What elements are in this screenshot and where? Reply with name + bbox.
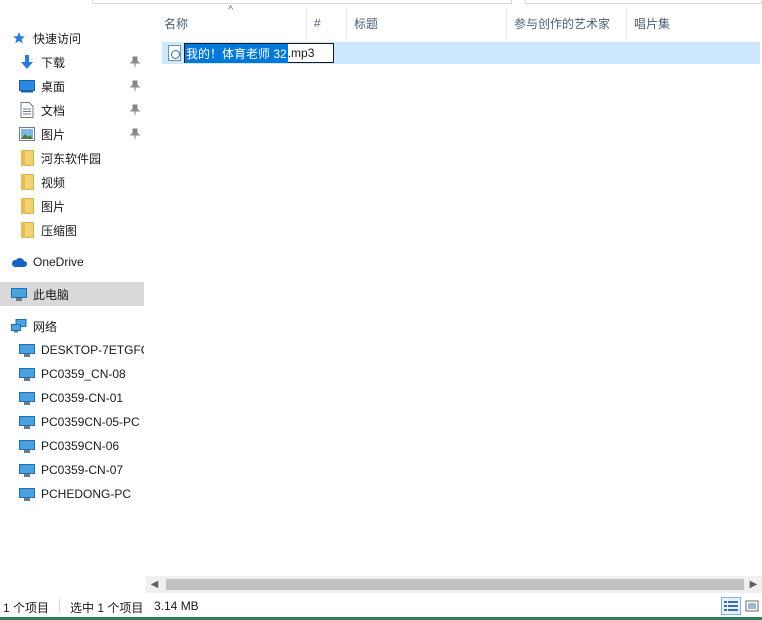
navigation-pane: 快速访问 下载 桌面 文档 图片 河东软件园 视频 图片 压缩图 OneDriv… <box>0 24 146 592</box>
column-artists[interactable]: 参与创作的艺术家 <box>506 8 626 38</box>
nav-quick-access[interactable]: 快速访问 <box>0 26 144 50</box>
computer-icon <box>19 486 35 502</box>
column-label: # <box>314 16 321 30</box>
column-title[interactable]: 标题 <box>346 8 506 38</box>
network-icon <box>11 318 27 334</box>
rename-input[interactable]: 我的！体育老师 32 .mp3 <box>184 43 334 63</box>
nav-item-folder-compressed[interactable]: 压缩图 <box>0 218 144 242</box>
nav-label: DESKTOP-7ETGFC <box>41 343 144 357</box>
cloud-icon <box>11 254 27 270</box>
computer-icon <box>19 366 35 382</box>
column-number[interactable]: # <box>306 8 346 38</box>
folder-icon <box>19 150 35 166</box>
nav-label: OneDrive <box>33 255 84 269</box>
details-view-icon <box>724 601 738 611</box>
nav-label: PC0359CN-06 <box>41 439 120 453</box>
column-header: ^ 名称 # 标题 参与创作的艺术家 唱片集 <box>146 4 762 40</box>
computer-icon <box>19 390 35 406</box>
nav-computer-5[interactable]: PC0359-CN-07 <box>0 458 144 482</box>
nav-computer-2[interactable]: PC0359-CN-01 <box>0 386 144 410</box>
scroll-left-icon[interactable]: ◀ <box>146 576 163 593</box>
nav-onedrive[interactable]: OneDrive <box>0 250 144 274</box>
star-icon <box>11 30 27 46</box>
nav-this-pc[interactable]: 此电脑 <box>0 282 144 306</box>
nav-label: 图片 <box>41 127 66 142</box>
file-row[interactable]: 我的！体育老师 32 .mp3 <box>162 42 760 64</box>
nav-label: 网络 <box>33 319 58 334</box>
horizontal-scrollbar[interactable]: ◀ ▶ <box>146 576 762 593</box>
selected-size: 3.14 MB <box>154 599 199 613</box>
nav-computer-1[interactable]: PC0359_CN-08 <box>0 362 144 386</box>
toolbar-remnant <box>0 0 762 6</box>
nav-label: 桌面 <box>41 79 66 94</box>
nav-label: PC0359-CN-01 <box>41 391 124 405</box>
nav-item-desktop[interactable]: 桌面 <box>0 74 144 98</box>
rename-extension: .mp3 <box>287 46 315 60</box>
computer-icon <box>19 438 35 454</box>
nav-computer-4[interactable]: PC0359CN-06 <box>0 434 144 458</box>
address-bar[interactable] <box>92 0 512 4</box>
nav-label: PC0359-CN-07 <box>41 463 124 477</box>
nav-item-folder-hedong[interactable]: 河东软件园 <box>0 146 144 170</box>
item-count: 1 个项目 <box>3 601 50 615</box>
nav-item-pictures-pinned[interactable]: 图片 <box>0 122 144 146</box>
nav-label: 压缩图 <box>41 223 78 238</box>
column-label: 参与创作的艺术家 <box>514 16 611 31</box>
nav-label: 文档 <box>41 103 66 118</box>
download-icon <box>19 54 35 70</box>
nav-label: 河东软件园 <box>41 151 102 166</box>
column-label: 标题 <box>354 16 379 31</box>
scrollbar-thumb[interactable] <box>166 579 744 590</box>
nav-label: 此电脑 <box>33 287 70 302</box>
rename-selected-text: 我的！体育老师 32 <box>185 43 288 63</box>
nav-item-documents[interactable]: 文档 <box>0 98 144 122</box>
pin-icon[interactable] <box>129 80 141 92</box>
nav-label: 图片 <box>41 199 66 214</box>
nav-item-downloads[interactable]: 下载 <box>0 50 144 74</box>
details-view-button[interactable] <box>721 597 741 615</box>
nav-computer-3[interactable]: PC0359CN-05-PC <box>0 410 144 434</box>
nav-label: PC0359_CN-08 <box>41 367 126 381</box>
folder-icon <box>19 198 35 214</box>
scroll-right-icon[interactable]: ▶ <box>745 576 762 593</box>
large-icons-view-icon <box>745 600 759 612</box>
nav-item-folder-pictures[interactable]: 图片 <box>0 194 144 218</box>
selected-count: 选中 1 个项目 <box>70 601 144 615</box>
nav-label: PC0359CN-05-PC <box>41 415 140 429</box>
pictures-icon <box>19 126 35 142</box>
computer-icon <box>11 286 27 302</box>
column-label: 唱片集 <box>634 16 671 31</box>
computer-icon <box>19 462 35 478</box>
folder-icon <box>19 222 35 238</box>
column-name[interactable]: 名称 <box>156 8 306 38</box>
document-icon <box>19 102 35 118</box>
computer-icon <box>19 342 35 358</box>
nav-item-folder-videos[interactable]: 视频 <box>0 170 144 194</box>
desktop-icon <box>19 78 35 94</box>
folder-icon <box>19 174 35 190</box>
pin-icon[interactable] <box>129 104 141 116</box>
pin-icon[interactable] <box>129 128 141 140</box>
column-album[interactable]: 唱片集 <box>626 8 762 38</box>
nav-label: PCHEDONG-PC <box>41 487 132 501</box>
computer-icon <box>19 414 35 430</box>
nav-label: 下载 <box>41 55 66 70</box>
nav-network[interactable]: 网络 <box>0 314 144 338</box>
status-bar: 1 个项目 选中 1 个项目 3.14 MB <box>0 593 762 620</box>
nav-computer-6[interactable]: PCHEDONG-PC <box>0 482 144 506</box>
nav-label: 快速访问 <box>33 31 82 46</box>
audio-file-icon <box>168 45 181 61</box>
status-divider <box>59 599 60 613</box>
column-label: 名称 <box>164 16 189 31</box>
nav-computer-0[interactable]: DESKTOP-7ETGFC <box>0 338 144 362</box>
search-box[interactable] <box>525 0 762 4</box>
pin-icon[interactable] <box>129 56 141 68</box>
nav-label: 视频 <box>41 175 66 190</box>
large-icons-view-button[interactable] <box>742 597 762 615</box>
